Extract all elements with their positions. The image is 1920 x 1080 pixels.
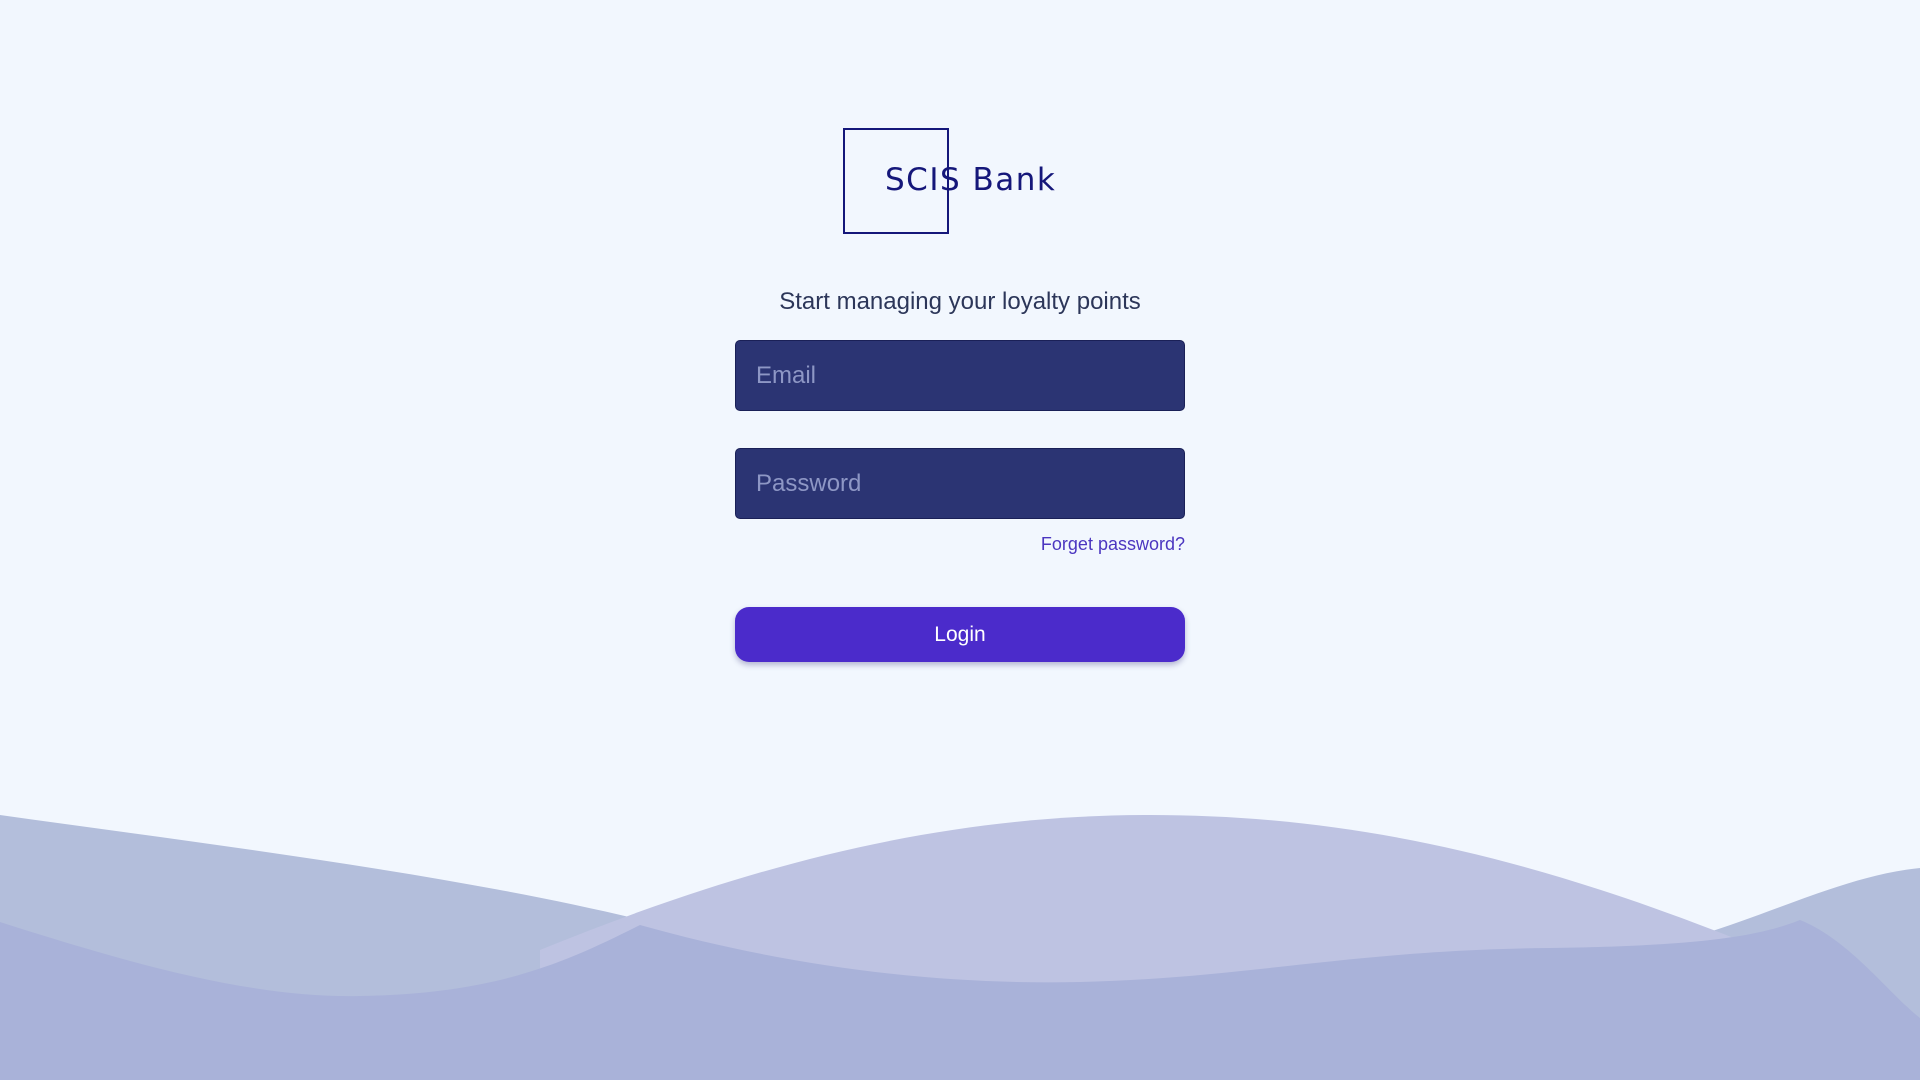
logo-text: SCIS Bank (885, 162, 1057, 198)
forgot-password-link[interactable]: Forget password? (935, 534, 1185, 555)
scis-bank-logo: SCIS Bank (843, 128, 1055, 234)
login-button[interactable]: Login (735, 607, 1185, 662)
password-input[interactable] (735, 448, 1185, 519)
page-subtitle: Start managing your loyalty points (779, 288, 1141, 315)
email-input[interactable] (735, 340, 1185, 411)
login-page: SCIS Bank Start managing your loyalty po… (0, 0, 1920, 1080)
